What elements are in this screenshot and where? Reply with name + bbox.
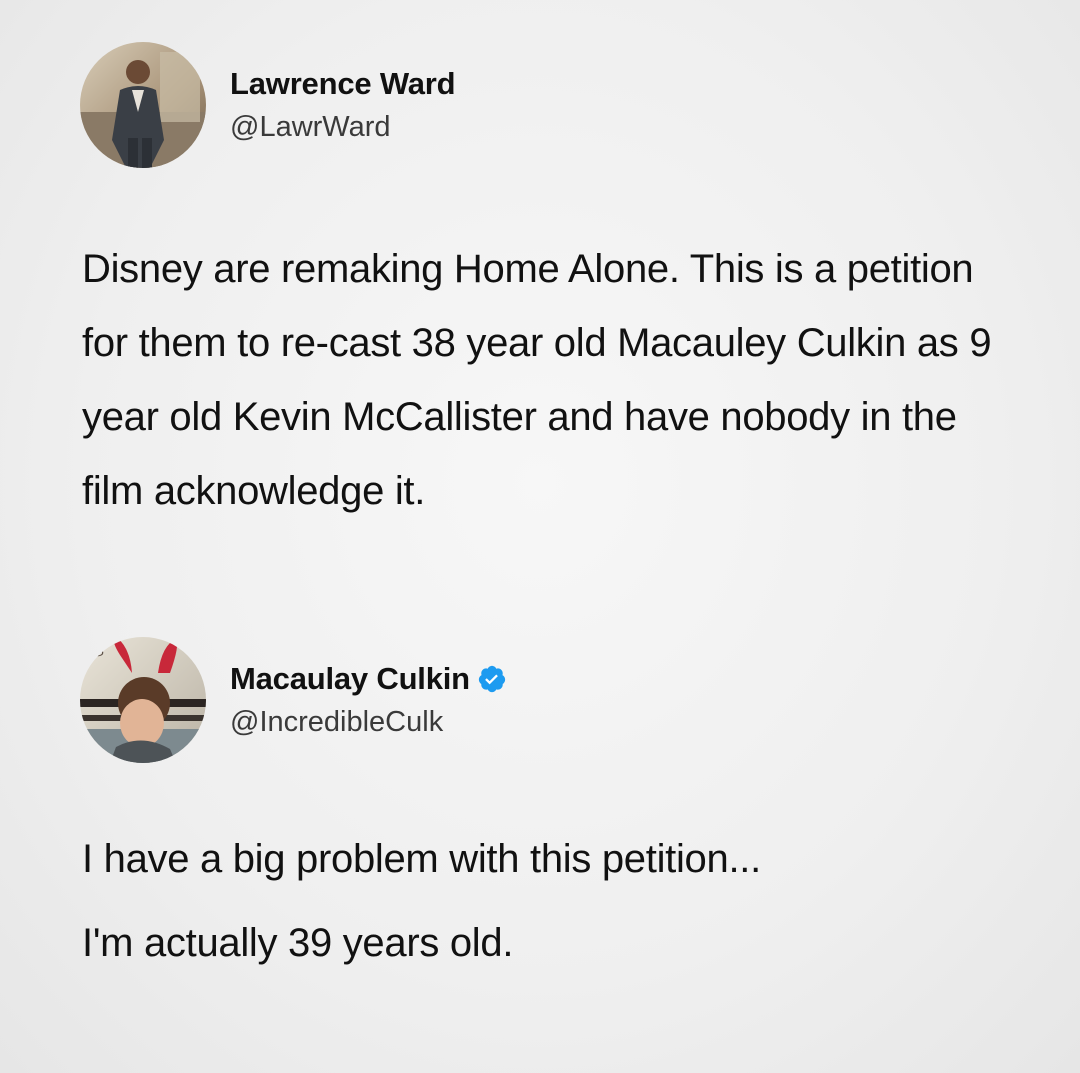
tweet-identity: Macaulay Culkin @IncredibleCulk bbox=[230, 659, 507, 741]
display-name-row: Lawrence Ward bbox=[230, 64, 456, 104]
tweet-text: Disney are remaking Home Alone. This is … bbox=[82, 247, 992, 513]
handle[interactable]: @IncredibleCulk bbox=[230, 703, 507, 741]
display-name[interactable]: Macaulay Culkin bbox=[230, 659, 470, 699]
tweet-header-lawrence-ward: Lawrence Ward @LawrWard bbox=[80, 42, 456, 168]
avatar-photo-icon: KS bbox=[80, 637, 206, 763]
tweet-header-macaulay-culkin: KS Macaulay Culkin @IncredibleCulk bbox=[80, 637, 507, 763]
tweet-text: I have a big problem with this petition.… bbox=[82, 822, 1022, 980]
avatar[interactable] bbox=[80, 42, 206, 168]
avatar[interactable]: KS bbox=[80, 637, 206, 763]
display-name[interactable]: Lawrence Ward bbox=[230, 64, 456, 104]
avatar-photo-icon bbox=[80, 42, 206, 168]
tweet-paragraph: I have a big problem with this petition.… bbox=[82, 837, 761, 881]
tweet-identity: Lawrence Ward @LawrWard bbox=[230, 64, 456, 146]
handle[interactable]: @LawrWard bbox=[230, 108, 455, 146]
tweet-paragraph: I'm actually 39 years old. bbox=[82, 921, 514, 965]
screenshot-canvas: Lawrence Ward @LawrWard Disney are remak… bbox=[0, 0, 1080, 1073]
verified-badge-icon bbox=[478, 665, 506, 693]
display-name-row: Macaulay Culkin bbox=[230, 659, 507, 699]
